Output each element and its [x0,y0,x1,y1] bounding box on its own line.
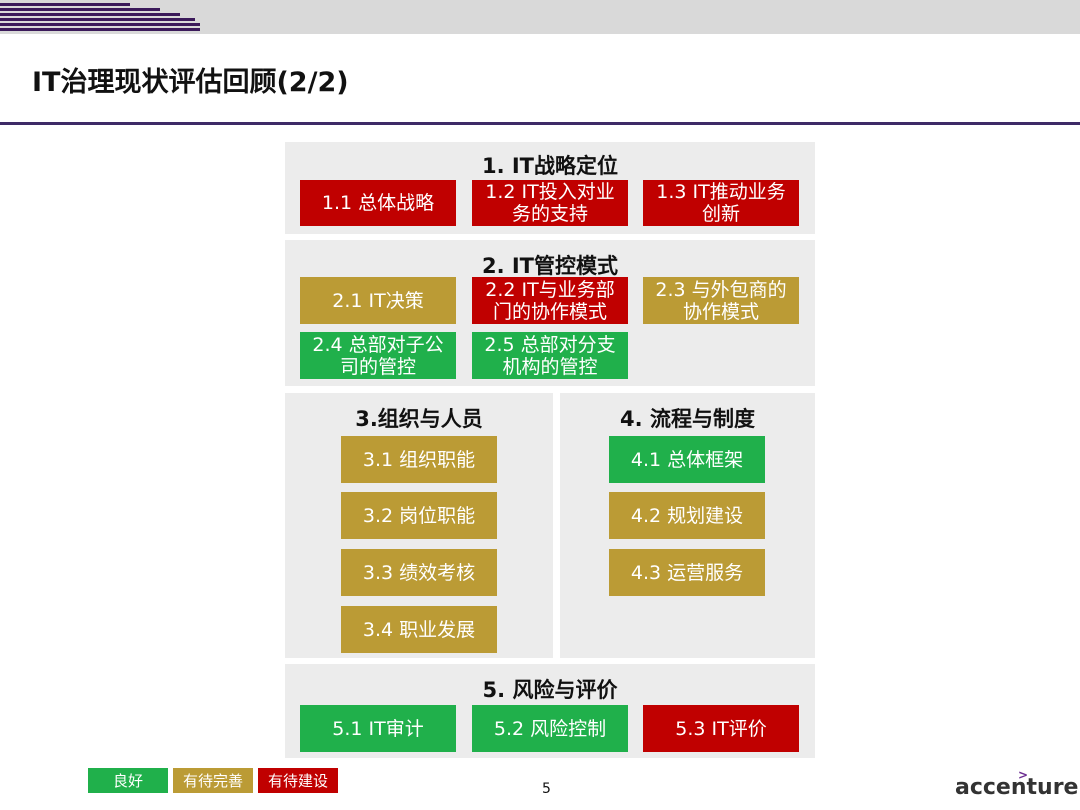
legend-needs-building: 有待建设 [258,768,338,793]
section-title: 5. 风险与评价 [482,678,618,702]
section-title: 2. IT管控模式 [481,254,619,278]
item-5-1[interactable]: 5.1 IT审计 [300,705,456,752]
section-org-people: 3.组织与人员 3.1 组织职能 3.2 岗位职能 3.3 绩效考核 3.4 职… [285,393,553,658]
item-2-2[interactable]: 2.2 IT与业务部 门的协作模式 [472,277,628,324]
item-3-3[interactable]: 3.3 绩效考核 [341,549,497,596]
item-3-2[interactable]: 3.2 岗位职能 [341,492,497,539]
legend-good: 良好 [88,768,168,793]
item-1-2[interactable]: 1.2 IT投入对业 务的支持 [472,180,628,226]
page-title: IT治理现状评估回顾(2/2) [32,67,349,98]
section-title: 1. IT战略定位 [481,154,619,178]
section-it-governance: 2. IT管控模式 2.1 IT决策 2.2 IT与业务部 门的协作模式 2.3… [285,240,815,386]
item-3-4[interactable]: 3.4 职业发展 [341,606,497,653]
item-4-1[interactable]: 4.1 总体框架 [609,436,765,483]
section-title: 3.组织与人员 [355,407,483,431]
accenture-logo: accenture [955,775,1079,800]
section-risk-evaluation: 5. 风险与评价 5.1 IT审计 5.2 风险控制 5.3 IT评价 [285,664,815,758]
item-4-2[interactable]: 4.2 规划建设 [609,492,765,539]
page-number: 5 [542,781,551,797]
item-5-3[interactable]: 5.3 IT评价 [643,705,799,752]
item-1-1[interactable]: 1.1 总体战略 [300,180,456,226]
item-3-1[interactable]: 3.1 组织职能 [341,436,497,483]
legend-needs-improvement: 有待完善 [173,768,253,793]
item-4-3[interactable]: 4.3 运营服务 [609,549,765,596]
item-2-1[interactable]: 2.1 IT决策 [300,277,456,324]
item-1-3[interactable]: 1.3 IT推动业务 创新 [643,180,799,226]
item-2-4[interactable]: 2.4 总部对子公 司的管控 [300,332,456,379]
item-2-5[interactable]: 2.5 总部对分支 机构的管控 [472,332,628,379]
brand-stripes [0,0,200,34]
section-title: 4. 流程与制度 [620,407,755,431]
section-it-strategy: 1. IT战略定位 1.1 总体战略 1.2 IT投入对业 务的支持 1.3 I… [285,142,815,234]
title-divider [0,122,1080,125]
section-process-policy: 4. 流程与制度 4.1 总体框架 4.2 规划建设 4.3 运营服务 [560,393,815,658]
item-5-2[interactable]: 5.2 风险控制 [472,705,628,752]
item-2-3[interactable]: 2.3 与外包商的 协作模式 [643,277,799,324]
